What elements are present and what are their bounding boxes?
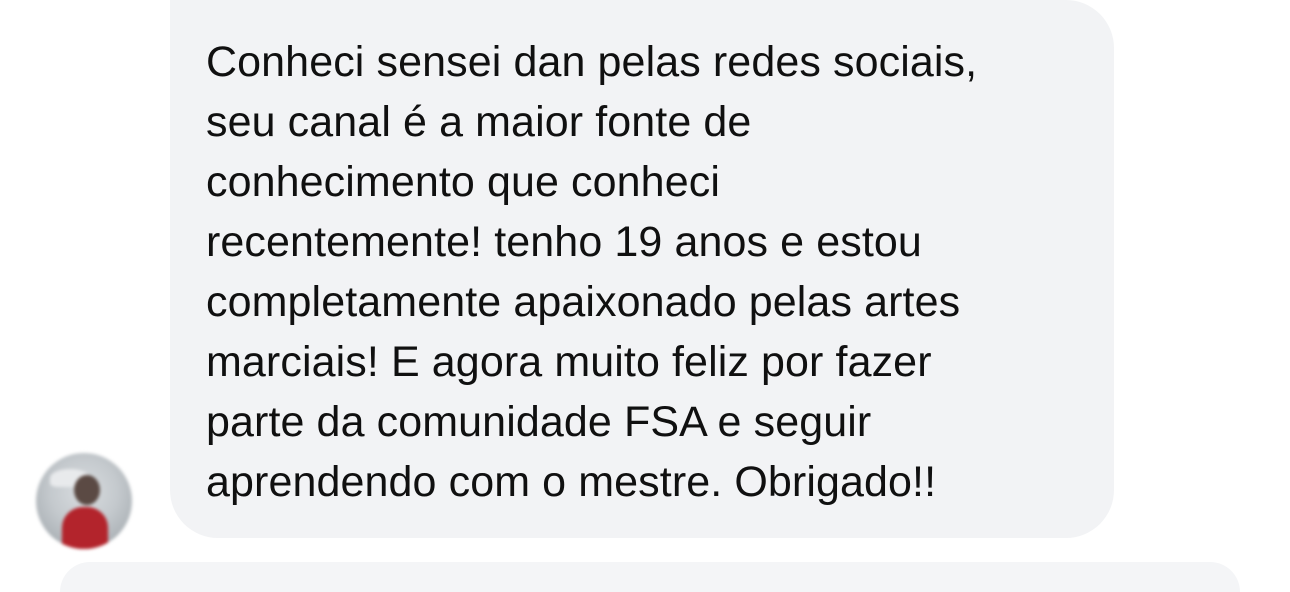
sender-avatar[interactable] [36,453,132,549]
message-text: Conheci sensei dan pelas redes sociais, … [206,38,978,506]
message-bubble[interactable]: Conheci sensei dan pelas redes sociais, … [170,0,1114,538]
next-message-bubble-edge [60,562,1240,592]
avatar-head-shape [74,475,100,505]
avatar-shirt-shape [62,507,108,549]
